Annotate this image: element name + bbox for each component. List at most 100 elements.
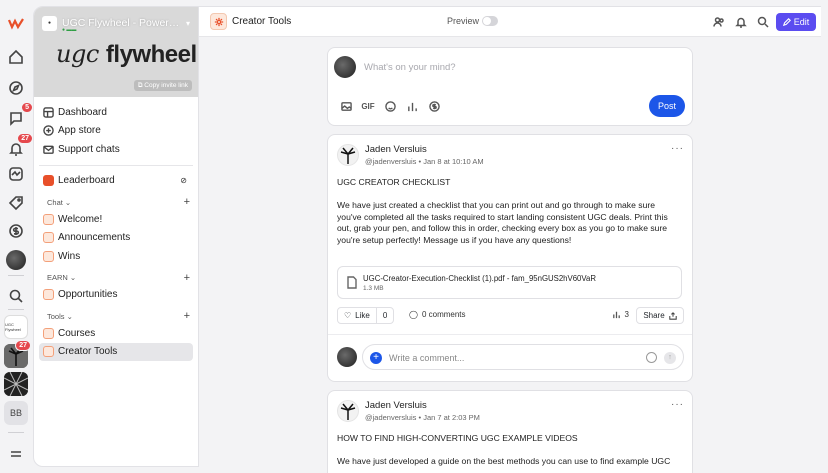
post-card: Jaden Versluis @jadenversluis • Jan 7 at… — [327, 390, 693, 473]
section-earn-header[interactable]: EARN ⌄ + — [39, 270, 193, 286]
discover-icon[interactable] — [5, 77, 27, 99]
comment-composer: + Write a comment... ↑ — [337, 344, 684, 370]
avatar[interactable] — [337, 400, 359, 422]
poll-icon[interactable] — [406, 100, 418, 112]
workspace-sidebar: ● UGC Flywheel - Powered ... ▾ ● ▬▬ ugc … — [33, 6, 199, 467]
sidebar-item-dashboard[interactable]: Dashboard — [39, 103, 193, 122]
page-title: Creator Tools — [232, 16, 292, 27]
avatar[interactable] — [337, 144, 359, 166]
composer-input[interactable]: What's on your mind? — [364, 62, 456, 73]
gif-button[interactable]: GIF — [361, 100, 374, 112]
bar-chart-icon — [612, 311, 620, 319]
trophy-icon — [42, 175, 54, 187]
chat-app-icon — [42, 232, 54, 244]
rail-divider — [8, 432, 24, 433]
section-label: Chat — [47, 197, 63, 207]
emoji-icon[interactable] — [646, 352, 657, 363]
attachment[interactable]: UGC-Creator-Execution-Checklist (1).pdf … — [337, 266, 682, 299]
sidebar-item-label: Welcome! — [58, 213, 103, 225]
attachment-name: UGC-Creator-Execution-Checklist (1).pdf … — [363, 274, 596, 283]
app-rail: 5 27 UGC Flywheel 27 BB — [0, 0, 33, 473]
mail-icon — [42, 143, 54, 155]
search-icon[interactable] — [757, 15, 769, 28]
dollar-icon[interactable] — [5, 220, 27, 242]
post-author[interactable]: Jaden Versluis — [365, 144, 427, 155]
sidebar-item-label: Support chats — [58, 143, 120, 155]
post-meta: @jadenversluis • Jan 7 at 2:03 PM — [365, 413, 480, 422]
send-icon[interactable]: ↑ — [664, 352, 676, 364]
activity-icon[interactable] — [5, 163, 27, 185]
menu-icon[interactable] — [5, 443, 27, 465]
workspace-tile-ugc[interactable]: UGC Flywheel — [4, 315, 28, 339]
sidebar-item-support-chats[interactable]: Support chats — [39, 140, 193, 159]
members-icon[interactable] — [713, 15, 725, 27]
dollar-icon[interactable] — [428, 100, 440, 112]
sidebar-item-wins[interactable]: Wins — [39, 247, 193, 266]
messages-icon[interactable]: 5 — [5, 102, 33, 129]
post-date: Jan 8 at 10:10 AM — [423, 157, 484, 166]
sidebar-divider — [39, 164, 193, 166]
add-icon[interactable]: + — [184, 272, 190, 284]
emoji-icon[interactable] — [384, 100, 396, 112]
share-button[interactable]: Share — [636, 307, 684, 324]
sidebar-item-app-store[interactable]: App store — [39, 122, 193, 141]
sidebar-item-announcements[interactable]: Announcements — [39, 229, 193, 248]
workspace-tile-palm[interactable]: 27 — [4, 340, 31, 368]
eye-off-icon[interactable]: ⊘ — [180, 176, 187, 185]
sidebar-item-opportunities[interactable]: Opportunities — [39, 286, 193, 305]
search-icon[interactable] — [5, 285, 27, 307]
preview-toggle[interactable] — [482, 16, 498, 26]
brand-italic: ugc — [56, 40, 99, 68]
workspace-tile-pattern[interactable] — [4, 372, 28, 396]
copy-invite-link-button[interactable]: ⧉ Copy invite link — [133, 80, 192, 91]
add-icon[interactable]: + — [184, 310, 190, 322]
pencil-icon — [782, 18, 791, 26]
brand-bold: flywheel — [105, 41, 197, 68]
user-avatar[interactable] — [6, 250, 26, 270]
bell-icon[interactable] — [735, 15, 747, 28]
more-options-icon[interactable]: ··· — [671, 399, 684, 410]
comment-placeholder: Write a comment... — [389, 353, 465, 363]
notifications-icon[interactable]: 27 — [5, 133, 33, 160]
edit-button[interactable]: Edit — [776, 13, 816, 31]
comment-input[interactable]: + Write a comment... ↑ — [362, 344, 684, 370]
grid-icon — [42, 106, 54, 118]
online-indicator-icon: ● ▬▬ — [62, 27, 77, 33]
home-icon[interactable] — [5, 46, 27, 68]
section-label: EARN — [47, 273, 68, 282]
share-icon — [668, 311, 677, 320]
whop-logo-icon[interactable] — [5, 12, 27, 34]
image-icon[interactable] — [340, 100, 352, 112]
section-tools-header[interactable]: Tools ⌄ + — [39, 308, 193, 324]
workspace-badge: 27 — [15, 340, 31, 351]
file-icon — [347, 276, 357, 289]
sidebar-item-creator-tools[interactable]: Creator Tools — [39, 342, 193, 361]
like-label: Like — [355, 311, 370, 320]
workspace-banner: ● UGC Flywheel - Powered ... ▾ ● ▬▬ ugc … — [34, 7, 198, 97]
sidebar-item-leaderboard[interactable]: Leaderboard ⊘ — [39, 172, 193, 191]
tag-icon[interactable] — [5, 192, 27, 214]
workspace-tile-label: UGC Flywheel — [5, 322, 21, 332]
section-label: Tools — [47, 311, 65, 321]
feed-scrollbar[interactable] — [821, 37, 828, 473]
post-button[interactable]: Post — [649, 95, 685, 117]
chat-app-icon — [42, 213, 54, 225]
workspace-tile-bb[interactable]: BB — [4, 401, 28, 425]
workspace-title: UGC Flywheel - Powered ... — [62, 17, 182, 29]
post-author[interactable]: Jaden Versluis — [365, 400, 427, 411]
rail-divider — [8, 275, 24, 276]
more-options-icon[interactable]: ··· — [671, 143, 684, 154]
comments-button[interactable]: ◯ 0 comments — [409, 310, 466, 319]
like-button[interactable]: ♡ Like 0 — [337, 307, 395, 324]
add-icon[interactable]: + — [184, 196, 190, 208]
notifications-badge: 27 — [17, 133, 33, 144]
sidebar-item-label: Leaderboard — [58, 175, 115, 187]
workspace-tile-initials: BB — [9, 408, 22, 418]
add-attachment-icon[interactable]: + — [370, 352, 382, 364]
section-chat-header[interactable]: Chat ⌄ + — [39, 194, 193, 210]
sidebar-item-label: Opportunities — [58, 289, 118, 301]
sidebar-item-courses[interactable]: Courses — [39, 324, 193, 343]
chat-app-icon — [42, 250, 54, 262]
page-header: Creator Tools Preview Edit — [199, 6, 821, 37]
sidebar-item-welcome[interactable]: Welcome! — [39, 210, 193, 229]
